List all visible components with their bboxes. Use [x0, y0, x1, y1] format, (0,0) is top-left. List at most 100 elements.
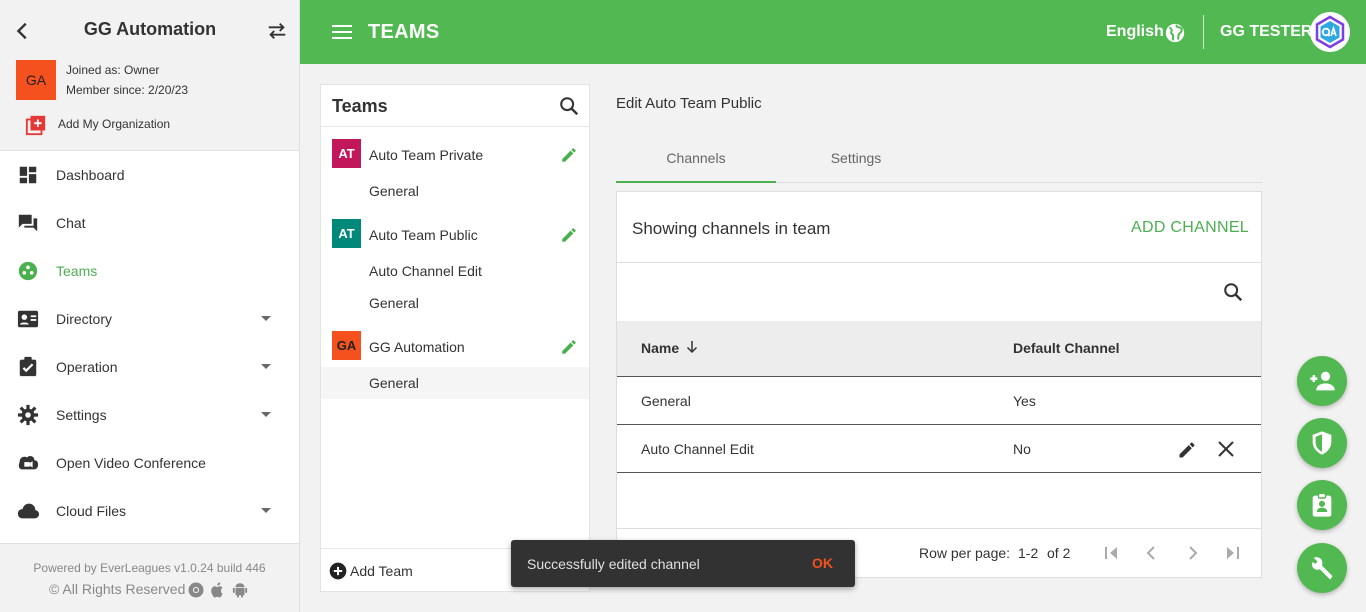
sidebar-item-video-conference[interactable]: Open Video Conference: [0, 439, 299, 487]
header-divider: [1203, 15, 1204, 49]
menu-icon[interactable]: [332, 24, 352, 40]
add-person-icon: [1310, 371, 1335, 391]
team-name: GG Automation: [369, 339, 465, 355]
sidebar-footer: Powered by EverLeagues v1.0.24 build 446…: [0, 543, 299, 612]
team-badge: AT: [332, 139, 361, 168]
column-header-name[interactable]: Name: [641, 340, 679, 356]
team-name: Auto Team Private: [369, 147, 484, 163]
table-row[interactable]: General Yes: [617, 377, 1261, 425]
edit-icon[interactable]: [560, 226, 578, 244]
page-title: TEAMS: [368, 21, 440, 43]
add-organization-link[interactable]: Add My Organization: [58, 117, 170, 131]
platform-icons: [187, 581, 249, 599]
channel-name: General: [369, 183, 419, 199]
cloud-icon: [17, 503, 39, 519]
search-icon[interactable]: [558, 95, 580, 117]
snackbar-ok-button[interactable]: OK: [812, 555, 833, 571]
gear-icon: [17, 404, 39, 426]
edit-icon[interactable]: [560, 338, 578, 356]
teams-panel-title: Teams: [332, 96, 388, 116]
contact-card-button[interactable]: [1297, 480, 1347, 530]
sidebar-item-label: Teams: [56, 263, 98, 279]
card-title: Showing channels in team: [632, 219, 831, 238]
sidebar: GG Automation GA Joined as: Owner Member…: [0, 0, 300, 612]
team-item-auto-team-private[interactable]: AT Auto Team Private: [321, 127, 589, 175]
prev-page-icon[interactable]: [1143, 544, 1161, 562]
add-user-button[interactable]: [1297, 356, 1347, 406]
channels-card: Showing channels in team ADD CHANNEL Nam…: [616, 191, 1262, 578]
sidebar-nav: Dashboard Chat Teams Directory Operation…: [0, 151, 299, 535]
avatar[interactable]: [1310, 12, 1350, 52]
channel-name: Auto Channel Edit: [369, 263, 482, 279]
joined-as-text: Joined as: Owner: [66, 63, 160, 77]
add-channel-button[interactable]: ADD CHANNEL: [1131, 219, 1249, 237]
sidebar-item-label: Dashboard: [56, 167, 125, 183]
teams-panel: Teams AT Auto Team Private General AT Au…: [320, 84, 590, 592]
team-item-auto-team-public[interactable]: AT Auto Team Public: [321, 207, 589, 255]
channel-item[interactable]: General: [321, 367, 589, 399]
close-icon[interactable]: [1217, 440, 1235, 458]
sidebar-item-teams[interactable]: Teams: [0, 247, 299, 295]
add-organization-icon[interactable]: [25, 114, 47, 136]
video-conference-icon: [18, 455, 39, 470]
chevron-down-icon[interactable]: [261, 412, 271, 417]
sidebar-item-cloud-files[interactable]: Cloud Files: [0, 487, 299, 535]
sidebar-item-label: Directory: [56, 311, 113, 327]
sidebar-item-settings[interactable]: Settings: [0, 391, 299, 439]
next-page-icon[interactable]: [1183, 544, 1201, 562]
arrow-down-icon[interactable]: [685, 340, 699, 354]
org-title: GG Automation: [83, 19, 217, 39]
last-page-icon[interactable]: [1223, 544, 1241, 562]
sidebar-item-label: Open Video Conference: [56, 455, 206, 471]
tab-settings[interactable]: Settings: [776, 137, 936, 183]
operation-icon: [19, 356, 37, 377]
channel-item[interactable]: General: [321, 175, 589, 207]
search-icon[interactable]: [1222, 281, 1244, 303]
first-page-icon[interactable]: [1103, 544, 1121, 562]
card-header: Showing channels in team ADD CHANNEL: [617, 192, 1261, 263]
team-badge: GA: [332, 331, 361, 360]
android-icon[interactable]: [231, 581, 249, 599]
sidebar-item-chat[interactable]: Chat: [0, 199, 299, 247]
globe-icon[interactable]: [1164, 22, 1186, 44]
wrench-icon: [1312, 557, 1333, 580]
cell-name: General: [641, 393, 691, 409]
chevron-down-icon[interactable]: [261, 508, 271, 513]
column-header-default-channel[interactable]: Default Channel: [1013, 340, 1120, 356]
chrome-icon[interactable]: [187, 581, 205, 599]
user-name[interactable]: GG TESTER: [1220, 23, 1312, 41]
org-avatar: GA: [16, 60, 56, 100]
table-search-row: [617, 263, 1261, 321]
sidebar-item-label: Cloud Files: [56, 503, 127, 519]
teams-icon: [18, 261, 38, 281]
chevron-down-icon[interactable]: [261, 364, 271, 369]
channel-item[interactable]: Auto Channel Edit: [321, 255, 589, 287]
sidebar-item-dashboard[interactable]: Dashboard: [0, 151, 299, 199]
table-row[interactable]: Auto Channel Edit No: [617, 425, 1261, 473]
chat-icon: [18, 214, 38, 232]
snackbar: Successfully edited channel OK: [511, 540, 855, 587]
switch-org-icon[interactable]: [265, 20, 289, 42]
tools-button[interactable]: [1297, 543, 1347, 593]
sidebar-item-label: Settings: [56, 407, 107, 423]
chevron-down-icon[interactable]: [261, 316, 271, 321]
cell-name: Auto Channel Edit: [641, 441, 754, 457]
channel-item[interactable]: General: [321, 287, 589, 319]
channel-name: General: [369, 295, 419, 311]
team-badge: AT: [332, 219, 361, 248]
language-selector[interactable]: English: [1106, 23, 1164, 41]
apple-icon[interactable]: [209, 581, 227, 599]
directory-icon: [17, 310, 39, 328]
dashboard-icon: [19, 166, 37, 184]
tab-channels[interactable]: Channels: [616, 137, 776, 183]
security-button[interactable]: [1297, 418, 1347, 468]
edit-icon[interactable]: [560, 146, 578, 164]
page-range[interactable]: 1-2: [1018, 545, 1038, 561]
sidebar-item-operation[interactable]: Operation: [0, 343, 299, 391]
sidebar-item-directory[interactable]: Directory: [0, 295, 299, 343]
edit-icon[interactable]: [1177, 440, 1197, 460]
team-name: Auto Team Public: [369, 227, 478, 243]
powered-by-text: Powered by EverLeagues v1.0.24 build 446: [33, 561, 266, 575]
cell-default: No: [1013, 441, 1031, 457]
team-item-gg-automation[interactable]: GA GG Automation: [321, 319, 589, 367]
